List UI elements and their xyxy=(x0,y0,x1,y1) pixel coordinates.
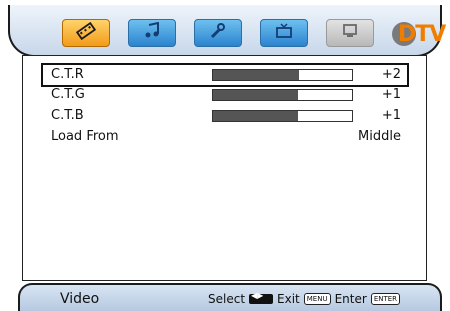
level-value: +1 xyxy=(381,87,401,102)
dtv-logo: DTV xyxy=(392,19,446,49)
level-value: +1 xyxy=(381,108,401,123)
osd-menu: DTV C.T.R +2 C.T.G +1 C.T.B +1 Load From Middle… xyxy=(0,0,450,311)
menu-title: Video xyxy=(60,291,100,307)
menu-row-c-t-b[interactable]: C.T.B +1 xyxy=(43,106,407,126)
tabs-row xyxy=(62,19,374,47)
menu-row-load-from[interactable]: Load From Middle xyxy=(43,127,407,147)
menu-row-c-t-g[interactable]: C.T.G +1 xyxy=(43,85,407,105)
tab-tv[interactable] xyxy=(260,19,308,47)
music-note-icon xyxy=(143,21,161,44)
dtv-logo-text: DTV xyxy=(398,22,446,47)
footer-bar: Video Select Exit MENU Enter ENTER xyxy=(18,283,442,311)
key-hints: Select Exit MENU Enter ENTER xyxy=(208,291,401,306)
option-value: Middle xyxy=(358,129,401,144)
tab-pc[interactable] xyxy=(326,19,374,47)
enter-key-icon: ENTER xyxy=(370,293,401,305)
level-value: +2 xyxy=(381,67,401,82)
level-slider[interactable] xyxy=(212,69,353,81)
menu-key-icon: MENU xyxy=(303,293,331,305)
wrench-icon xyxy=(209,22,227,44)
level-slider-fill xyxy=(213,90,298,100)
level-slider-fill xyxy=(213,70,300,80)
level-slider[interactable] xyxy=(212,110,353,122)
select-hint-label: Select xyxy=(208,292,246,306)
tab-video[interactable] xyxy=(62,19,110,47)
settings-panel: C.T.R +2 C.T.G +1 C.T.B +1 Load From Middle xyxy=(22,55,427,281)
tab-audio[interactable] xyxy=(128,19,176,47)
monitor-icon xyxy=(341,22,359,44)
level-slider[interactable] xyxy=(212,89,353,101)
menu-row-c-t-r[interactable]: C.T.R +2 xyxy=(41,63,409,87)
menu-tab-bar: DTV xyxy=(8,5,446,57)
level-slider-fill xyxy=(213,111,298,121)
menu-row-label: C.T.R xyxy=(51,67,84,82)
tv-icon xyxy=(275,22,293,44)
tab-setup[interactable] xyxy=(194,19,242,47)
arrow-keys-icon xyxy=(249,291,274,304)
menu-row-label: Load From xyxy=(51,129,119,144)
film-icon xyxy=(75,21,97,44)
exit-hint-label: Exit xyxy=(277,292,300,306)
menu-row-label: C.T.G xyxy=(51,87,85,102)
enter-hint-label: Enter xyxy=(334,292,367,306)
menu-row-label: C.T.B xyxy=(51,108,84,123)
